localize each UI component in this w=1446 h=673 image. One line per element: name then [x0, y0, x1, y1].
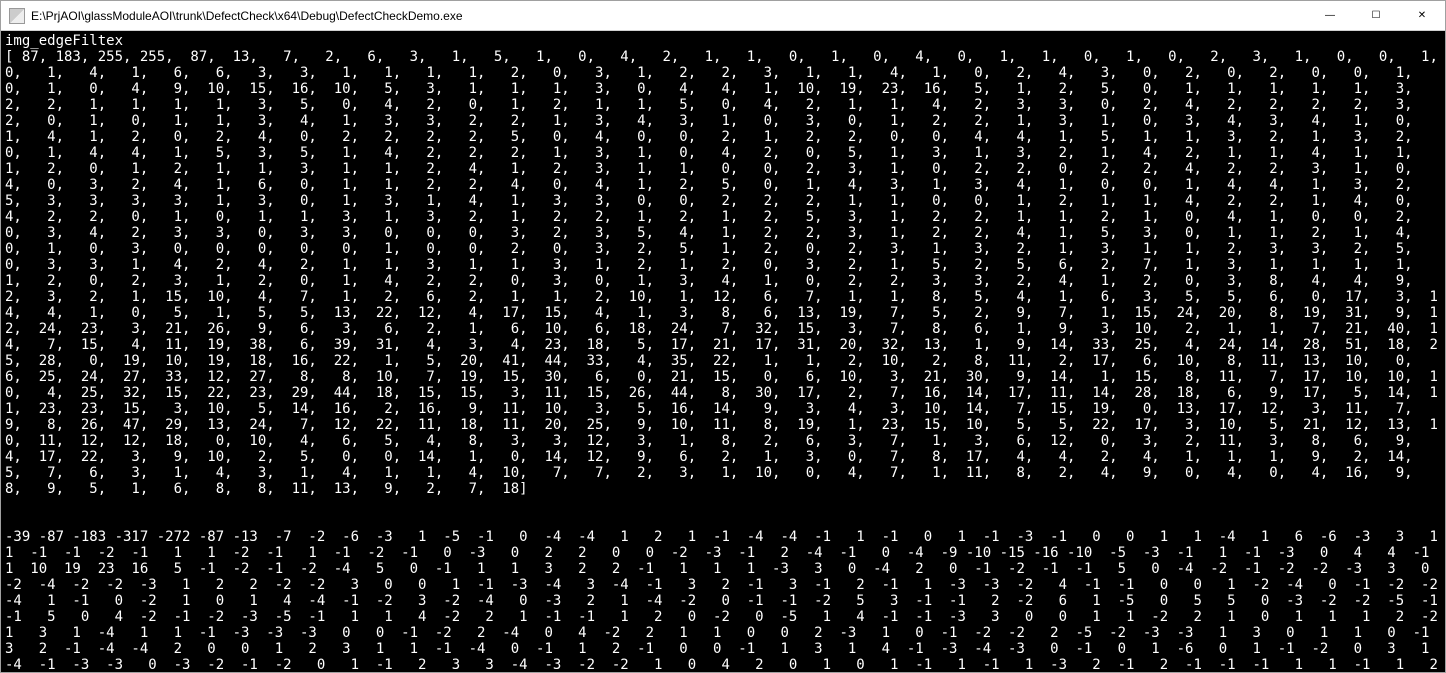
maximize-button[interactable]: ☐ [1353, 1, 1399, 30]
titlebar[interactable]: E:\PrjAOI\glassModuleAOI\trunk\DefectChe… [1, 1, 1445, 31]
window-title: E:\PrjAOI\glassModuleAOI\trunk\DefectChe… [31, 9, 1307, 23]
console-output[interactable]: img_edgeFiltex [ 87, 183, 255, 255, 87, … [1, 31, 1445, 672]
app-window: E:\PrjAOI\glassModuleAOI\trunk\DefectChe… [0, 0, 1446, 673]
app-icon [9, 8, 25, 24]
minimize-button[interactable]: — [1307, 1, 1353, 30]
window-controls: — ☐ ✕ [1307, 1, 1445, 30]
close-button[interactable]: ✕ [1399, 1, 1445, 30]
